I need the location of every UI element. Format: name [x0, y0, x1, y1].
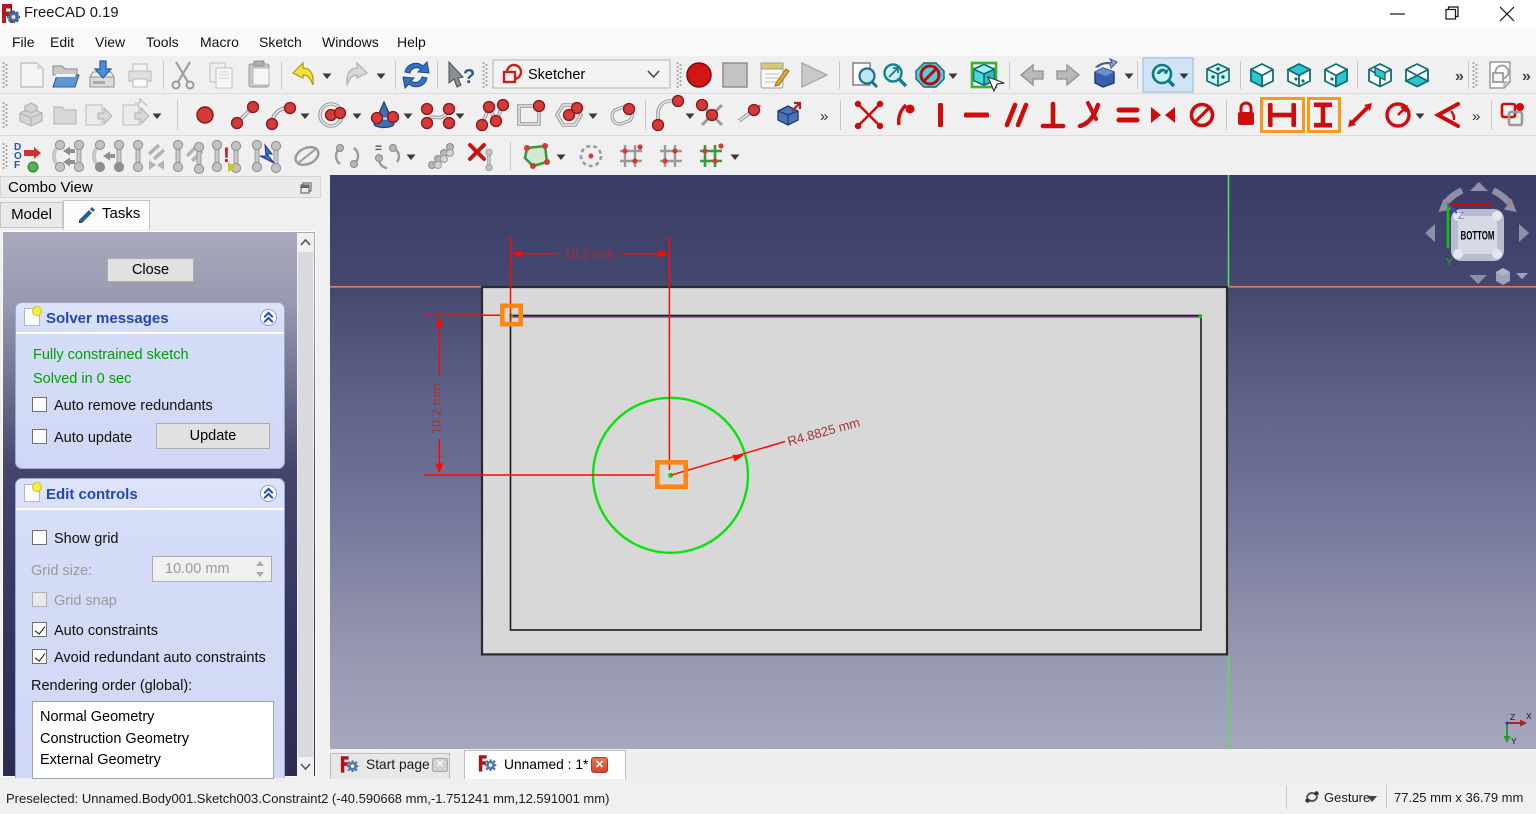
svg-text:?: ?	[463, 66, 475, 88]
svg-text:X: X	[1526, 711, 1532, 721]
svg-text:Sketcher: Sketcher	[528, 67, 585, 83]
svg-text:F: F	[14, 160, 20, 171]
svg-text:»: »	[1472, 108, 1480, 125]
svg-text:»: »	[820, 108, 828, 125]
svg-text:Y: Y	[1511, 736, 1517, 746]
svg-text:10.2 mm: 10.2 mm	[564, 246, 615, 261]
svg-text:Y: Y	[1446, 257, 1453, 268]
svg-text:Z: Z	[1510, 712, 1515, 722]
svg-text:»: »	[1455, 68, 1464, 85]
svg-text:X: X	[1506, 198, 1513, 209]
svg-text:BOTTOM: BOTTOM	[1461, 231, 1495, 243]
svg-text:Z: Z	[1458, 211, 1464, 222]
svg-text:»: »	[1522, 68, 1531, 85]
svg-text:10.2 mm: 10.2 mm	[429, 384, 444, 435]
svg-text:=: =	[375, 141, 382, 155]
